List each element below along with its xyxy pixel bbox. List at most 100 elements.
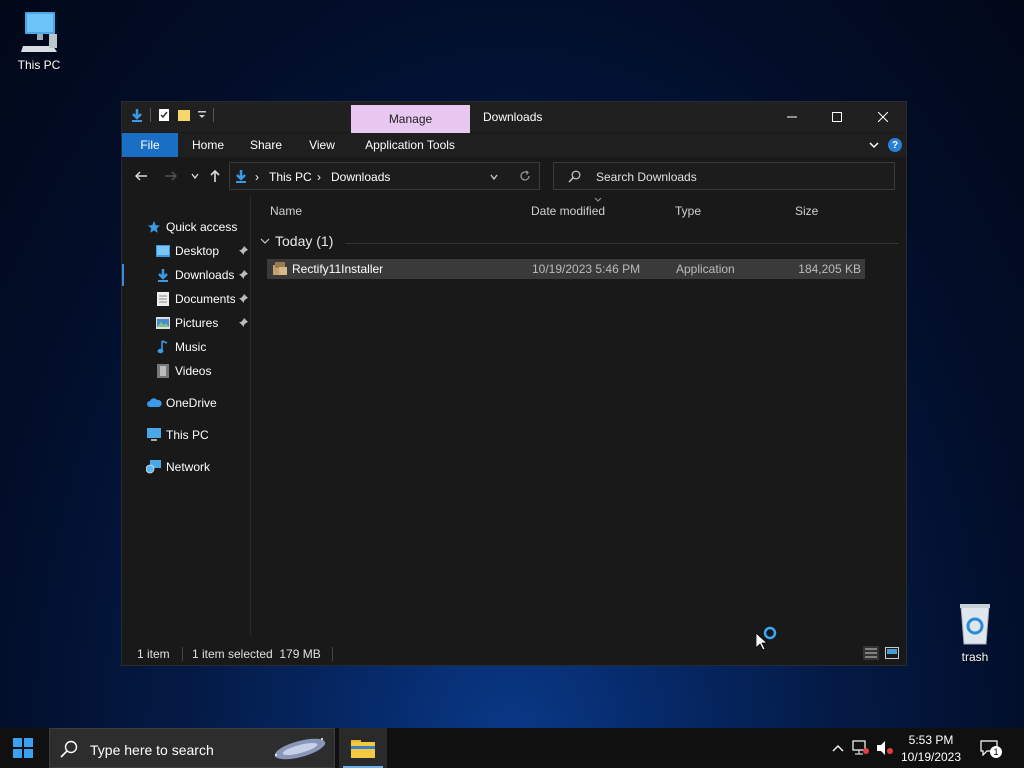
window-title: Downloads [483, 110, 543, 124]
up-button[interactable] [207, 168, 223, 184]
nav-item-documents[interactable]: Documents [122, 288, 250, 310]
close-button[interactable] [860, 102, 906, 132]
recent-locations-button[interactable] [187, 168, 203, 184]
busy-spinner-icon [763, 626, 777, 640]
status-bar: 1 item 1 item selected 179 MB [122, 641, 906, 665]
nav-label: Documents [175, 292, 235, 306]
nav-label: Network [166, 460, 211, 474]
nav-item-videos[interactable]: Videos [122, 360, 250, 382]
quick-access-toolbar [130, 108, 214, 122]
taskbar-search[interactable] [49, 728, 335, 768]
notifications-button[interactable]: 1 [976, 728, 1002, 768]
tab-file[interactable]: File [122, 133, 178, 157]
sort-chevron-icon [594, 197, 602, 202]
help-icon[interactable]: ? [888, 138, 902, 152]
nav-network[interactable]: Network [122, 456, 250, 478]
details-view-icon[interactable] [863, 646, 879, 660]
back-button[interactable] [133, 168, 149, 184]
nav-label: OneDrive [166, 396, 217, 410]
tab-view[interactable]: View [298, 133, 346, 157]
pin-icon [238, 269, 248, 283]
chevron-down-icon [191, 173, 199, 180]
tab-home[interactable]: Home [184, 133, 232, 157]
desktop-icon-label: This PC [17, 58, 61, 72]
large-icons-view-icon[interactable] [885, 647, 899, 659]
taskbar-file-explorer[interactable] [339, 728, 387, 768]
status-separator [332, 647, 333, 661]
new-folder-icon[interactable] [177, 108, 191, 122]
nav-item-pictures[interactable]: Pictures [122, 312, 250, 334]
breadcrumb-separator: › [317, 170, 321, 184]
search-highlight-image-icon [274, 738, 326, 760]
download-arrow-icon[interactable] [130, 108, 144, 122]
tab-share[interactable]: Share [242, 133, 290, 157]
breadcrumb-downloads[interactable]: Downloads [331, 170, 390, 184]
status-selection: 1 item selected 179 MB [192, 647, 321, 661]
network-icon [146, 459, 162, 475]
search-box[interactable] [553, 162, 895, 190]
nav-label: Downloads [175, 268, 235, 282]
group-label: Today (1) [275, 233, 334, 249]
table-row[interactable]: Rectify11Installer 10/19/2023 5:46 PM Ap… [267, 259, 865, 279]
nav-label: This PC [166, 428, 209, 442]
chevron-down-icon [260, 238, 270, 244]
nav-label: Quick access [166, 220, 238, 234]
pictures-folder-icon [155, 315, 171, 331]
address-bar[interactable]: › This PC › Downloads [229, 162, 540, 190]
chevron-up-icon [832, 745, 844, 752]
address-history-dropdown-icon[interactable] [489, 172, 499, 182]
clock[interactable]: 5:53 PM 10/19/2023 [896, 732, 966, 766]
nav-item-desktop[interactable]: Desktop [122, 240, 250, 262]
tab-manage[interactable]: Manage [351, 105, 470, 133]
music-note-icon [155, 339, 171, 355]
file-list: Name Date modified Type Size Today (1) R… [251, 195, 906, 635]
column-header-date-modified[interactable]: Date modified [531, 204, 605, 218]
desktop-folder-icon [155, 243, 171, 259]
nav-label: Videos [175, 364, 212, 378]
breadcrumb-this-pc[interactable]: This PC [269, 170, 312, 184]
group-header-today[interactable]: Today (1) [259, 233, 333, 249]
nav-label: Pictures [175, 316, 219, 330]
column-header-type[interactable]: Type [675, 204, 701, 218]
taskbar-search-input[interactable] [88, 740, 262, 760]
status-item-count: 1 item [137, 647, 170, 661]
desktop-icon-this-pc[interactable]: This PC [4, 10, 74, 72]
downloads-location-icon [236, 170, 246, 183]
downloads-folder-icon [155, 267, 171, 283]
search-icon [60, 740, 78, 758]
nav-this-pc[interactable]: This PC [122, 424, 250, 446]
taskbar: 5:53 PM 10/19/2023 1 [0, 728, 1024, 768]
properties-icon[interactable] [157, 108, 171, 122]
file-size: 184,205 KB [798, 262, 861, 276]
network-status-button[interactable] [850, 728, 872, 768]
file-name: Rectify11Installer [292, 262, 384, 276]
column-header-size[interactable]: Size [795, 204, 818, 218]
show-hidden-icons-button[interactable] [828, 728, 848, 768]
close-icon [878, 112, 888, 122]
title-bar[interactable]: Manage Downloads [122, 102, 906, 133]
refresh-icon[interactable] [519, 170, 531, 182]
nav-item-downloads[interactable]: Downloads [122, 264, 250, 286]
column-header-name[interactable]: Name [270, 204, 302, 218]
tab-application-tools[interactable]: Application Tools [358, 133, 462, 157]
desktop-icon-trash[interactable]: trash [940, 602, 1010, 664]
search-input[interactable] [594, 168, 878, 186]
nav-label: Music [175, 340, 207, 354]
start-button[interactable] [0, 728, 46, 768]
cloud-icon [146, 395, 162, 411]
explorer-window: Manage Downloads File Home Share View Ap… [121, 101, 907, 666]
minimize-button[interactable] [769, 102, 815, 132]
pin-icon [238, 245, 248, 259]
nav-onedrive[interactable]: OneDrive [122, 392, 250, 414]
maximize-button[interactable] [814, 102, 860, 132]
expand-ribbon-chevron-icon[interactable] [868, 139, 880, 151]
arrow-left-icon [135, 171, 147, 181]
forward-button[interactable] [163, 168, 179, 184]
volume-button[interactable] [874, 728, 896, 768]
navigation-bar: › This PC › Downloads [122, 158, 906, 194]
toolbar-separator [213, 108, 214, 122]
customize-toolbar-dropdown-icon[interactable] [197, 110, 207, 120]
installer-app-icon [273, 262, 287, 275]
nav-item-music[interactable]: Music [122, 336, 250, 358]
nav-label: Desktop [175, 244, 220, 258]
